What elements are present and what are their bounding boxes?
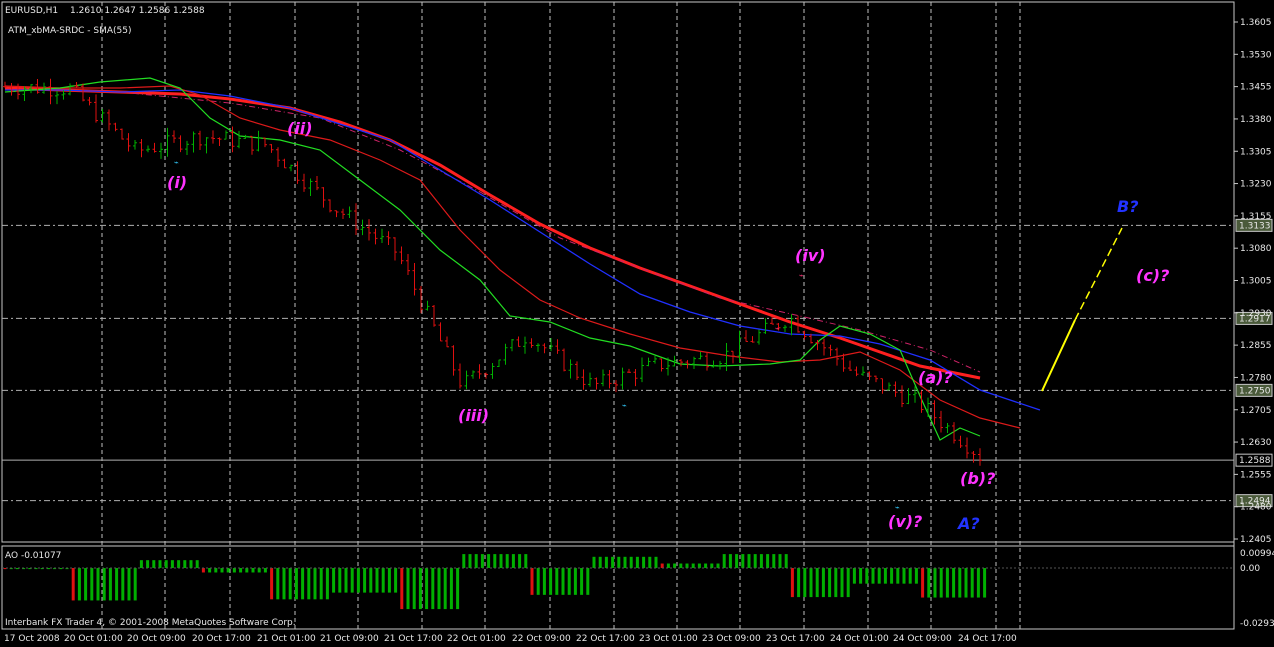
wave-label-iv: (iv) bbox=[795, 246, 826, 265]
price-tick-label: 1.3005 bbox=[1240, 277, 1272, 287]
time-tick-label: 21 Oct 17:00 bbox=[384, 634, 443, 644]
time-tick-label: 20 Oct 09:00 bbox=[127, 634, 186, 644]
time-tick-label: 23 Oct 01:00 bbox=[639, 634, 698, 644]
price-tick-label: 1.2405 bbox=[1240, 535, 1272, 545]
fractal-marker: ⌁ bbox=[799, 271, 804, 280]
price-tick-label: 1.2480 bbox=[1240, 503, 1272, 513]
time-tick-label: 22 Oct 01:00 bbox=[447, 634, 506, 644]
time-tick-label: 20 Oct 01:00 bbox=[64, 634, 123, 644]
chart-background bbox=[0, 0, 1274, 647]
fractal-marker: ⌁ bbox=[622, 401, 627, 410]
price-tick-label: 1.3455 bbox=[1240, 83, 1272, 93]
fractal-marker: ⌁ bbox=[775, 324, 780, 333]
chart-canvas[interactable]: 1.31331.29171.27501.25881.2494 ⌁ ⌁ ⌁ ⌁ ⌁… bbox=[0, 0, 1274, 647]
time-tick-label: 17 Oct 2008 bbox=[4, 634, 60, 644]
time-tick-label: 21 Oct 01:00 bbox=[257, 634, 316, 644]
time-tick-label: 22 Oct 17:00 bbox=[576, 634, 635, 644]
price-tick-label: 1.3155 bbox=[1240, 212, 1272, 222]
price-tick-label: 1.2630 bbox=[1240, 438, 1272, 448]
wave-label-B: B? bbox=[1117, 197, 1138, 216]
level-marker-label: 1.2750 bbox=[1239, 386, 1271, 396]
time-tick-label: 22 Oct 09:00 bbox=[512, 634, 571, 644]
ao-label: AO -0.01077 bbox=[5, 551, 61, 561]
price-tick-label: 1.3080 bbox=[1240, 244, 1272, 254]
fractal-marker: ⌁ bbox=[895, 503, 900, 512]
time-tick-label: 24 Oct 09:00 bbox=[893, 634, 952, 644]
ohlc-label: 1.2610 1.2647 1.2586 1.2588 bbox=[70, 6, 205, 16]
wave-label-i: (i) bbox=[167, 173, 187, 192]
wave-label-A: A? bbox=[956, 514, 980, 533]
time-tick-label: 21 Oct 09:00 bbox=[320, 634, 379, 644]
wave-label-b: (b)? bbox=[960, 469, 995, 488]
ao-tick-label: 0.00994 bbox=[1240, 549, 1274, 559]
ao-tick-label: -0.02938 bbox=[1240, 619, 1274, 629]
price-tick-label: 1.3605 bbox=[1240, 18, 1272, 28]
price-tick-label: 1.2855 bbox=[1240, 341, 1272, 351]
wave-label-iii: (iii) bbox=[458, 406, 489, 425]
price-tick-label: 1.3230 bbox=[1240, 180, 1272, 190]
fractal-marker: ⌁ bbox=[174, 158, 179, 167]
symbol-label: EURUSD,H1 bbox=[5, 6, 58, 16]
ao-tick-label: 0.00 bbox=[1240, 564, 1260, 574]
time-tick-label: 24 Oct 01:00 bbox=[830, 634, 889, 644]
wave-label-c: (c)? bbox=[1136, 266, 1169, 285]
level-marker-label: 1.2588 bbox=[1239, 456, 1271, 466]
price-tick-label: 1.2705 bbox=[1240, 406, 1272, 416]
price-tick-label: 1.3305 bbox=[1240, 147, 1272, 157]
time-tick-label: 24 Oct 17:00 bbox=[958, 634, 1017, 644]
price-tick-label: 1.3380 bbox=[1240, 115, 1272, 125]
time-tick-label: 23 Oct 09:00 bbox=[702, 634, 761, 644]
price-tick-label: 1.2930 bbox=[1240, 309, 1272, 319]
time-tick-label: 23 Oct 17:00 bbox=[766, 634, 825, 644]
copyright-label: Interbank FX Trader 4, © 2001-2008 MetaQ… bbox=[5, 618, 296, 628]
wave-label-ii: (ii) bbox=[287, 119, 313, 138]
wave-label-a: (a)? bbox=[918, 368, 953, 387]
level-marker-label: 1.3133 bbox=[1239, 221, 1271, 231]
indicator-label: ATM_xbMA-SRDC - SMA(55) bbox=[8, 26, 132, 36]
price-tick-label: 1.2780 bbox=[1240, 373, 1272, 383]
price-tick-label: 1.3530 bbox=[1240, 50, 1272, 60]
wave-label-v: (v)? bbox=[888, 512, 922, 531]
price-tick-label: 1.2555 bbox=[1240, 470, 1272, 480]
time-tick-label: 20 Oct 17:00 bbox=[192, 634, 251, 644]
